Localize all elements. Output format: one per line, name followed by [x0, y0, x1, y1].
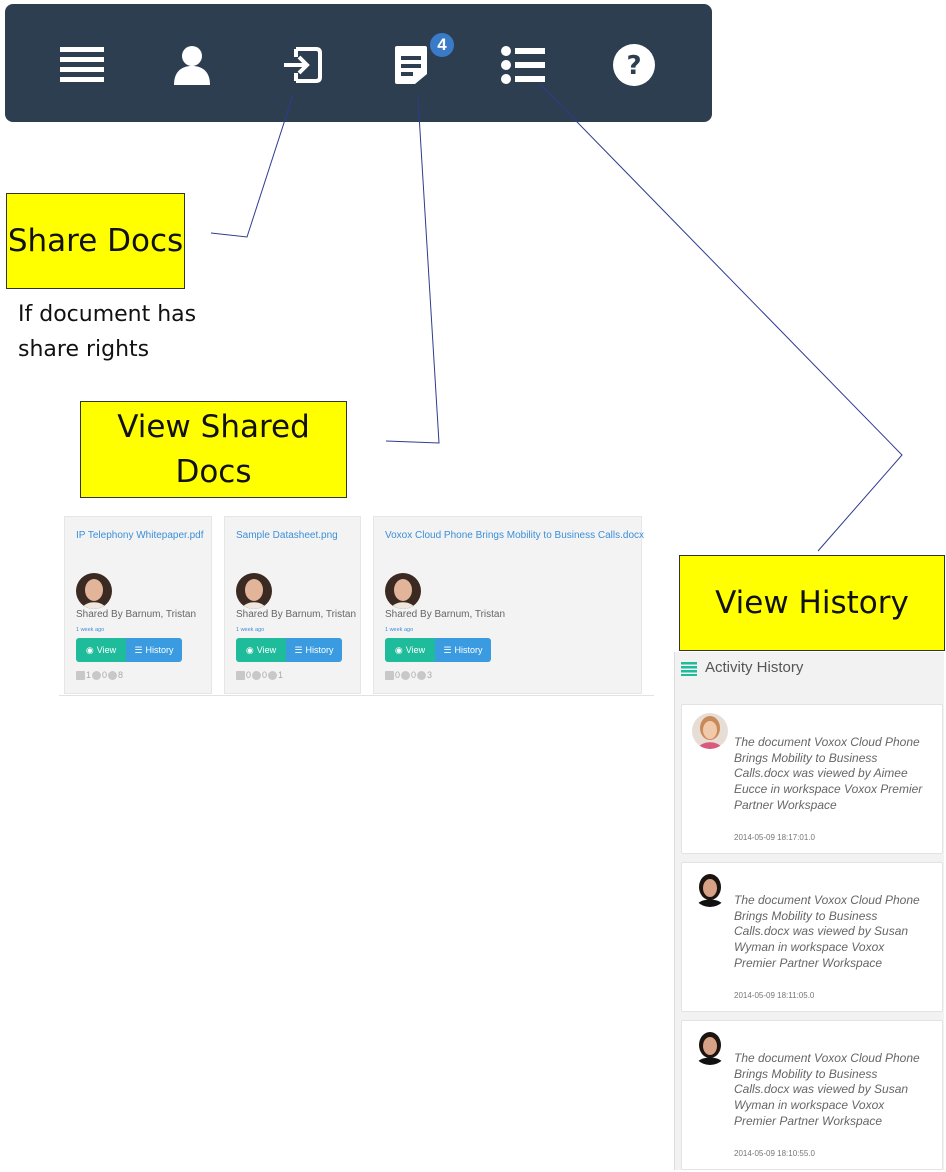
alert-count: 0: [102, 670, 108, 680]
avatar: [692, 713, 728, 749]
shared-docs-badge: 4: [428, 31, 456, 59]
share-docs-callout: Share Docs: [6, 193, 185, 289]
history-text: The document Voxox Cloud Phone Brings Mo…: [734, 893, 920, 970]
menu-button[interactable]: [52, 34, 112, 96]
doc-stats: 0 0 1: [236, 670, 283, 680]
comment-count: 1: [86, 670, 92, 680]
share-docs-note: If document has share rights: [18, 302, 197, 362]
shared-docs-panel: IP Telephony Whitepaper.pdf Shared By Ba…: [59, 514, 654, 696]
view-button-label: View: [96, 645, 117, 655]
list-icon: [501, 46, 545, 84]
view-button[interactable]: ◉ View: [236, 638, 286, 662]
list-icon: [681, 662, 697, 676]
doc-title-link[interactable]: Voxox Cloud Phone Brings Mobility to Bus…: [385, 530, 644, 541]
shared-by-text: Shared By Barnum, Tristan: [236, 609, 357, 620]
history-button[interactable]: ☰ History: [126, 638, 182, 662]
top-toolbar: 4 ?: [5, 4, 712, 122]
view-count: 3: [427, 670, 433, 680]
view-button[interactable]: ◉ View: [385, 638, 435, 662]
eye-icon: ◉: [85, 644, 94, 655]
share-icon: [284, 47, 322, 83]
list-icon: ☰: [294, 644, 303, 655]
activity-history-title: Activity History: [705, 659, 804, 676]
comment-icon: [76, 670, 85, 680]
history-button[interactable]: ☰ History: [435, 638, 491, 662]
eye-icon: [268, 670, 278, 680]
avatar: [692, 871, 728, 907]
shared-by-text: Shared By Barnum, Tristan: [385, 609, 506, 620]
doc-stats: 1 0 8: [76, 670, 123, 680]
doc-card: IP Telephony Whitepaper.pdf Shared By Ba…: [64, 516, 212, 694]
avatar: [692, 1029, 728, 1065]
history-item: The document Voxox Cloud Phone Brings Mo…: [681, 862, 943, 1012]
activity-history-panel: Activity History The document Voxox Clou…: [674, 652, 944, 1170]
timestamp: 1 week ago: [76, 627, 105, 633]
list-icon: ☰: [443, 644, 452, 655]
profile-button[interactable]: [162, 34, 222, 96]
timestamp: 1 week ago: [236, 627, 265, 633]
doc-card: Voxox Cloud Phone Brings Mobility to Bus…: [373, 516, 644, 694]
list-icon: ☰: [134, 644, 143, 655]
comment-icon: [236, 670, 245, 680]
doc-title-link[interactable]: Sample Datasheet.png: [236, 530, 338, 541]
history-button-label: History: [145, 645, 174, 655]
view-button[interactable]: ◉ View: [76, 638, 126, 662]
history-timestamp: 2014-05-09 18:10:55.0: [734, 1149, 815, 1158]
history-list-button[interactable]: [493, 34, 553, 96]
history-button-label: History: [305, 645, 334, 655]
help-icon: ?: [613, 44, 655, 86]
doc-card: Sample Datasheet.png Shared By Barnum, T…: [224, 516, 361, 694]
menu-icon: [60, 47, 104, 82]
card-actions: ◉ View ☰ History: [236, 638, 342, 662]
history-item: The document Voxox Cloud Phone Brings Mo…: [681, 1020, 943, 1170]
history-button[interactable]: ☰ History: [286, 638, 342, 662]
shared-docs-icon: [395, 46, 427, 84]
alert-icon: [401, 670, 411, 680]
comment-count: 0: [246, 670, 252, 680]
view-count: 8: [118, 670, 124, 680]
share-docs-button[interactable]: [272, 34, 332, 96]
comment-icon: [385, 670, 394, 680]
history-text: The document Voxox Cloud Phone Brings Mo…: [734, 735, 923, 812]
history-button-label: History: [454, 645, 483, 655]
history-text: The document Voxox Cloud Phone Brings Mo…: [734, 1051, 920, 1128]
avatar: [385, 573, 421, 609]
eye-icon: ◉: [394, 644, 403, 655]
history-timestamp: 2014-05-09 18:17:01.0: [734, 833, 815, 842]
shared-by-text: Shared By Barnum, Tristan: [76, 609, 197, 620]
user-icon: [174, 46, 210, 85]
timestamp: 1 week ago: [385, 627, 414, 633]
history-timestamp: 2014-05-09 18:11:05.0: [734, 991, 815, 1000]
help-button[interactable]: ?: [604, 34, 664, 96]
card-actions: ◉ View ☰ History: [76, 638, 182, 662]
alert-icon: [252, 670, 262, 680]
view-button-label: View: [405, 645, 426, 655]
doc-title-link[interactable]: IP Telephony Whitepaper.pdf: [76, 530, 204, 541]
card-actions: ◉ View ☰ History: [385, 638, 491, 662]
eye-icon: [108, 670, 118, 680]
eye-icon: [417, 670, 427, 680]
avatar: [76, 573, 112, 609]
view-shared-docs-callout: View Shared Docs: [80, 401, 347, 498]
history-item: The document Voxox Cloud Phone Brings Mo…: [681, 704, 943, 854]
view-button-label: View: [256, 645, 277, 655]
alert-count: 0: [262, 670, 268, 680]
doc-stats: 0 0 3: [385, 670, 432, 680]
eye-icon: ◉: [245, 644, 254, 655]
view-count: 1: [278, 670, 284, 680]
view-history-callout-text: View History: [715, 584, 909, 621]
alert-count: 0: [411, 670, 417, 680]
view-history-callout: View History: [679, 555, 945, 651]
avatar: [236, 573, 272, 609]
alert-icon: [92, 670, 102, 680]
share-docs-callout-text: Share Docs: [7, 222, 184, 259]
svg-text:?: ?: [626, 51, 641, 81]
view-shared-docs-callout-text: View Shared Docs: [117, 408, 310, 490]
comment-count: 0: [395, 670, 401, 680]
